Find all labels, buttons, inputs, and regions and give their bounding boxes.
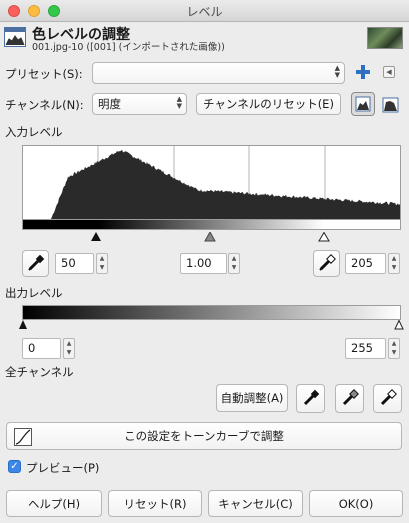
input-gamma-slider[interactable]	[204, 230, 216, 242]
reset-button[interactable]: リセット(R)	[108, 490, 202, 517]
add-preset-icon[interactable]	[355, 64, 371, 80]
histogram	[22, 145, 401, 220]
pick-gray-all-button[interactable]	[335, 384, 364, 413]
pick-white-point-button[interactable]	[313, 250, 340, 277]
histogram-shape	[23, 149, 400, 219]
input-low-spinner[interactable]: ▲ ▼	[96, 253, 108, 274]
input-low-field[interactable]: 50	[55, 253, 94, 274]
image-thumbnail	[367, 27, 403, 49]
image-subtitle: 001.jpg-10 ([001] (インポートされた画像))	[32, 42, 225, 53]
eyedropper-black-icon	[28, 254, 45, 271]
input-black-slider[interactable]	[90, 231, 102, 241]
gamma-spinner[interactable]: ▲ ▼	[228, 253, 240, 274]
output-levels-label: 出力レベル	[5, 286, 63, 300]
levels-icon	[4, 27, 26, 47]
combo-arrows-icon: ▲ ▼	[176, 95, 182, 110]
gamma-field[interactable]: 1.00	[180, 253, 227, 274]
combo-arrows-icon: ▲ ▼	[334, 64, 340, 79]
reset-channel-button[interactable]: チャンネルのリセット(E)	[196, 93, 341, 115]
cancel-button[interactable]: キャンセル(C)	[208, 490, 303, 517]
presets-label: プリセット(S):	[5, 67, 83, 81]
ok-button[interactable]: OK(O)	[309, 490, 403, 517]
eyedropper-gray-icon	[342, 389, 359, 406]
input-gradient-bar	[22, 219, 401, 230]
pick-black-all-button[interactable]	[296, 384, 325, 413]
output-low-field[interactable]: 0	[22, 338, 61, 359]
input-levels-label: 入力レベル	[5, 125, 63, 139]
curves-icon	[14, 428, 32, 446]
log-histogram-button[interactable]	[380, 95, 402, 115]
channel-value: 明度	[98, 97, 121, 111]
pick-white-all-button[interactable]	[373, 384, 402, 413]
output-high-spinner[interactable]: ▲ ▼	[388, 338, 400, 359]
linear-histogram-button[interactable]	[351, 92, 375, 116]
all-channels-label: 全チャンネル	[5, 365, 74, 379]
edit-as-curves-button[interactable]: この設定をトーンカーブで調整	[6, 422, 402, 450]
linear-histogram-icon	[355, 96, 371, 112]
output-high-field[interactable]: 255	[345, 338, 386, 359]
output-low-spinner[interactable]: ▲ ▼	[63, 338, 75, 359]
eyedropper-black-icon	[303, 389, 320, 406]
presets-combo[interactable]: ▲ ▼	[92, 62, 345, 84]
log-histogram-icon	[382, 97, 399, 113]
preset-menu-icon[interactable]: ◀	[383, 66, 395, 78]
pick-black-point-button[interactable]	[22, 250, 49, 277]
preview-checkbox[interactable]: ✓	[8, 460, 21, 473]
input-high-spinner[interactable]: ▲ ▼	[388, 253, 400, 274]
output-gradient-bar	[22, 305, 401, 320]
eyedropper-white-icon	[319, 254, 336, 271]
channel-combo[interactable]: 明度 ▲ ▼	[92, 93, 187, 115]
output-white-slider[interactable]	[394, 319, 404, 330]
output-black-slider[interactable]	[18, 319, 28, 329]
preview-label: プレビュー(P)	[26, 461, 100, 475]
input-high-field[interactable]: 205	[345, 253, 386, 274]
edit-as-curves-label: この設定をトーンカーブで調整	[124, 429, 284, 443]
eyedropper-white-icon	[380, 389, 397, 406]
histogram-plot	[23, 146, 400, 219]
channel-label: チャンネル(N):	[5, 98, 84, 112]
auto-adjust-button[interactable]: 自動調整(A)	[216, 384, 288, 412]
window-title: レベル	[186, 5, 223, 19]
help-button[interactable]: ヘルプ(H)	[6, 490, 102, 517]
input-white-slider[interactable]	[318, 231, 330, 242]
